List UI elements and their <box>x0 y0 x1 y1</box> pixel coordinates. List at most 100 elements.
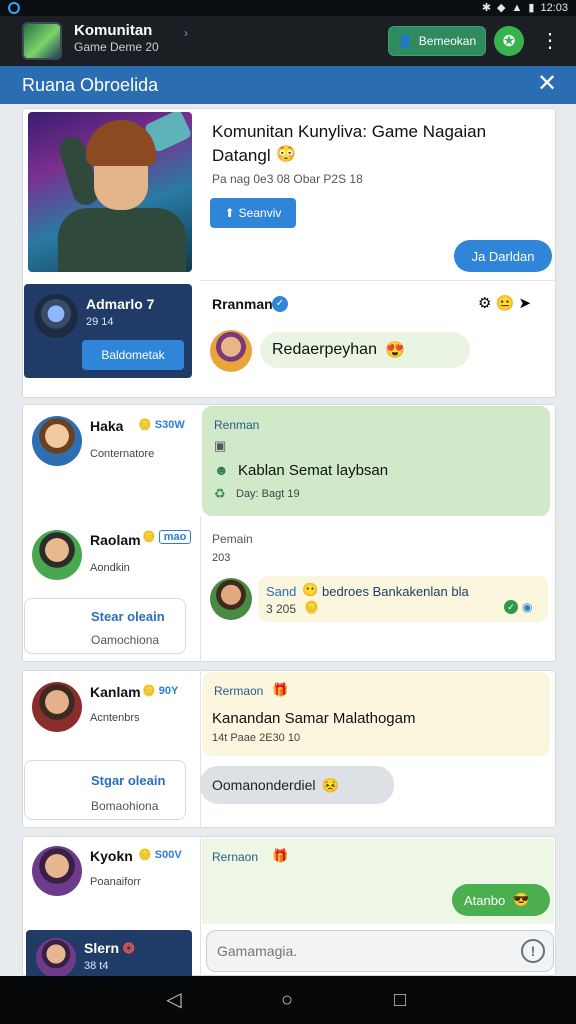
coin-icon: 🪙 <box>304 600 319 614</box>
join-button[interactable]: 👤 Bemeokan <box>388 26 486 56</box>
post-action-label: Seanviv <box>238 206 282 220</box>
message-user: Sand <box>266 584 297 599</box>
message-avatar <box>210 578 252 620</box>
close-icon[interactable]: ✕ <box>534 70 560 98</box>
thread-name: Haka <box>90 418 124 434</box>
app-notification-icon <box>8 2 20 14</box>
bottom-profile-card[interactable]: Slern ❂ 38 t4 <box>26 930 192 978</box>
message-time: 3 205 <box>266 602 297 616</box>
thread-role: Poanaiforr <box>90 876 141 888</box>
reply-pill-text: Oomanonderdiel <box>212 777 316 793</box>
sent-bubble-text: Atanbo <box>464 892 506 908</box>
verified-icon: ✓ <box>272 296 288 312</box>
community-avatar[interactable] <box>22 22 62 60</box>
emoji-icon: 😍 <box>384 342 405 359</box>
clock: 12:03 <box>540 1 568 14</box>
signal-icon: ▲ <box>511 1 523 14</box>
message-bubble[interactable]: Sand 😶 bedroes Bankakenlan bla 3 205 🪙 ✓… <box>258 576 548 622</box>
thread-time: Day: Bagt 19 <box>236 488 300 500</box>
thread-tag-text: S30W <box>154 419 185 431</box>
more-vert-icon[interactable]: ⋮ <box>540 28 560 54</box>
side-card[interactable]: Stgar oleain Bomaohiona <box>24 760 186 820</box>
thread-role: Conternatore <box>90 448 155 460</box>
home-icon[interactable]: ○ <box>275 988 299 1012</box>
alert-icon[interactable]: ! <box>521 939 545 963</box>
side-card[interactable]: Stear oleain Oamochiona <box>24 598 186 654</box>
gamepad-icon[interactable]: ✪ <box>494 26 524 56</box>
status-bar: ✱ ◆ ▲ ▮ 12:03 <box>0 0 576 16</box>
thread-tag: 🪙 S30W <box>138 419 185 431</box>
thread-avatar <box>32 682 82 732</box>
post-action-button[interactable]: ⬆ Seanviv <box>210 198 296 228</box>
thread-avatar <box>32 846 82 896</box>
profile-button[interactable]: Baldometak <box>82 340 184 370</box>
system-nav-bar: ◁ ○ □ <box>0 976 576 1024</box>
bottom-avatar <box>36 938 76 978</box>
bottom-name-text: Slern <box>84 940 120 956</box>
back-icon[interactable]: ◁ <box>162 988 186 1012</box>
thread-message: Kablan Semat laybsan <box>238 462 389 479</box>
avatar-small-icon: ☻ <box>214 462 229 478</box>
reply-divider <box>200 280 556 281</box>
vertical-divider <box>200 516 201 662</box>
profile-name: Admarlo 7 <box>86 296 155 312</box>
reply-avatar <box>210 330 252 372</box>
message-text: bedroes Bankakenlan bla <box>322 584 469 599</box>
battery-icon: ▮ <box>528 2 535 14</box>
thread-role: Acntenbrs <box>90 712 140 724</box>
thread-time: 14t Paae 2E30 10 <box>212 732 301 744</box>
thread-tag: 🪙 mao <box>142 530 192 544</box>
app-bar: Komunitan Game Deme 20 › 👤 Bemeokan ✪ ⋮ <box>0 16 576 66</box>
info-icon[interactable]: ◉ <box>522 600 532 614</box>
emoji-icon: 😎 <box>513 892 530 907</box>
post-hero-image <box>28 112 192 272</box>
thread-tag-text: 90Y <box>158 685 179 697</box>
media-icon: ▣ <box>214 438 227 453</box>
recents-icon[interactable]: □ <box>388 988 412 1012</box>
vertical-divider <box>200 836 201 976</box>
chat-content[interactable]: Komunitan Kunyliva: Game Nagaian Datangl… <box>0 104 576 978</box>
thread-avatar <box>32 416 82 466</box>
reply-message[interactable]: Redaerpeyhan 😍 <box>260 332 470 368</box>
bluetooth-icon: ✱ <box>481 2 492 14</box>
bottom-sub: 38 t4 <box>84 960 109 972</box>
wifi-icon: ◆ <box>497 2 506 14</box>
refresh-icon: ♻ <box>214 486 226 501</box>
thread-avatar <box>32 530 82 580</box>
thread-message: Kanandan Samar Malathogam <box>212 710 416 727</box>
reply-author: Rranman <box>212 296 273 312</box>
thread-tag: 🪙 S00V <box>138 849 182 861</box>
side-card-title: Stear oleain <box>91 609 165 624</box>
reply-bubble[interactable]: Ja Darldan <box>454 240 552 272</box>
thread-panel-label: Rermaon <box>214 684 264 698</box>
side-card-title: Stgar oleain <box>91 773 166 788</box>
thread-name: Kyokn <box>90 848 133 864</box>
thread-panel-label: Renman <box>214 418 260 432</box>
side-card-sub: Oamochiona <box>91 633 160 647</box>
join-button-label: Bemeokan <box>418 34 477 48</box>
profile-card[interactable]: Admarlo 7 29 14 Baldometak <box>24 284 192 378</box>
caret-right-icon[interactable]: › <box>184 26 188 40</box>
panel-title: Ruana Obroelida <box>22 75 159 95</box>
reply-pill[interactable]: Oomanonderdiel 😣 <box>200 766 394 804</box>
panel-header: Ruana Obroelida ✕ <box>0 66 576 104</box>
community-subtitle: Game Deme 20 <box>74 40 159 54</box>
emoji-icon: 😳 <box>276 146 296 163</box>
side-card-sub: Bomaohiona <box>91 799 159 813</box>
message-input[interactable] <box>217 939 507 963</box>
read-receipt-icon: ✓ <box>504 600 518 614</box>
reply-message-text: Redaerpeyhan <box>272 341 377 358</box>
thread-panel-sub: 203 <box>212 552 231 564</box>
sent-bubble[interactable]: Atanbo 😎 <box>452 884 550 916</box>
badge-icon: ❂ <box>122 940 135 956</box>
thread-panel-label: Rernaon <box>212 850 259 864</box>
bottom-name: Slern ❂ <box>84 940 135 957</box>
post-title: Komunitan Kunyliva: Game Nagaian Datangl <box>212 122 487 165</box>
thread-tag: 🪙 90Y <box>142 685 179 697</box>
thread-tag-text: mao <box>158 530 192 544</box>
profile-sub: 29 14 <box>86 316 114 328</box>
community-title: Komunitan <box>74 22 153 39</box>
post-meta: Pa nag 0e3 08 Obar P2S 18 <box>212 172 363 186</box>
reaction-icons[interactable]: ⚙ 😐 ➤ <box>478 294 531 312</box>
person-icon: ⬆ <box>224 206 235 220</box>
